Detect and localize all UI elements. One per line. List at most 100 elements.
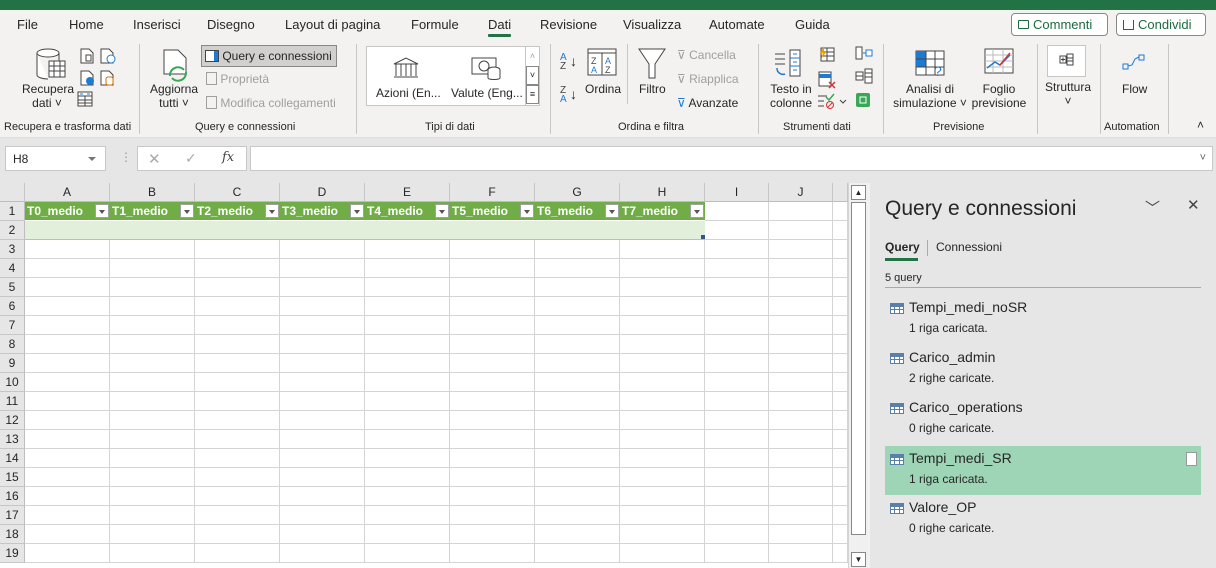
- table-data-cell[interactable]: [195, 221, 280, 240]
- cell[interactable]: [280, 525, 365, 544]
- cell[interactable]: [705, 240, 769, 259]
- cell[interactable]: [25, 430, 110, 449]
- row-header[interactable]: 3: [0, 240, 25, 259]
- row-header[interactable]: 13: [0, 430, 25, 449]
- cell[interactable]: [833, 506, 848, 525]
- table-data-cell[interactable]: [450, 221, 535, 240]
- cell[interactable]: [450, 411, 535, 430]
- remove-duplicates-icon[interactable]: [818, 71, 836, 92]
- cell[interactable]: [833, 411, 848, 430]
- cell[interactable]: [620, 487, 705, 506]
- cell[interactable]: [450, 430, 535, 449]
- tab-automate[interactable]: Automate: [709, 17, 765, 32]
- cell[interactable]: [110, 354, 195, 373]
- vertical-scrollbar[interactable]: ▲ ▼: [848, 183, 868, 568]
- refresh-query-icon[interactable]: [1186, 452, 1197, 466]
- cell[interactable]: [25, 468, 110, 487]
- cell[interactable]: [110, 335, 195, 354]
- gallery-scroll[interactable]: ˄ ˅ ≡: [525, 47, 539, 105]
- cell[interactable]: [195, 487, 280, 506]
- row-header[interactable]: 12: [0, 411, 25, 430]
- cell[interactable]: [280, 335, 365, 354]
- cell[interactable]: [620, 354, 705, 373]
- cell[interactable]: [705, 487, 769, 506]
- cell[interactable]: [535, 430, 620, 449]
- table-data-cell[interactable]: [620, 221, 705, 240]
- cell[interactable]: [365, 430, 450, 449]
- tab-guida[interactable]: Guida: [795, 17, 830, 32]
- cell[interactable]: [25, 240, 110, 259]
- cell[interactable]: [365, 240, 450, 259]
- cell[interactable]: [535, 487, 620, 506]
- filter-dropdown-icon[interactable]: [265, 204, 279, 218]
- cell[interactable]: [280, 316, 365, 335]
- cell[interactable]: [769, 335, 833, 354]
- cell[interactable]: [620, 335, 705, 354]
- cell[interactable]: [705, 506, 769, 525]
- filter-button[interactable]: Filtro: [639, 82, 666, 96]
- cell[interactable]: [620, 278, 705, 297]
- queries-connections-button[interactable]: Query e connessioni: [201, 45, 337, 67]
- filter-dropdown-icon[interactable]: [180, 204, 194, 218]
- cell[interactable]: [280, 411, 365, 430]
- column-header[interactable]: F: [450, 183, 535, 202]
- cell[interactable]: [535, 335, 620, 354]
- cell[interactable]: [769, 506, 833, 525]
- data-validation-icon[interactable]: [817, 93, 847, 112]
- table-resize-handle[interactable]: [701, 235, 705, 239]
- cell[interactable]: [365, 335, 450, 354]
- table-header-cell[interactable]: T7_medio: [620, 202, 705, 221]
- cell[interactable]: [195, 468, 280, 487]
- cell[interactable]: [25, 411, 110, 430]
- cell[interactable]: [110, 259, 195, 278]
- cell[interactable]: [705, 544, 769, 563]
- cell[interactable]: [620, 392, 705, 411]
- cell[interactable]: [620, 525, 705, 544]
- row-header[interactable]: 7: [0, 316, 25, 335]
- cell[interactable]: [280, 430, 365, 449]
- cell[interactable]: [280, 506, 365, 525]
- cell[interactable]: [110, 468, 195, 487]
- cell[interactable]: [620, 259, 705, 278]
- table-data-cell[interactable]: [25, 221, 110, 240]
- properties-button[interactable]: Proprietà: [206, 72, 269, 86]
- cell[interactable]: [535, 316, 620, 335]
- cell[interactable]: [833, 259, 848, 278]
- text-to-columns-button[interactable]: Testo in colonne: [769, 82, 813, 110]
- pane-close-icon[interactable]: ✕: [1187, 196, 1200, 214]
- cell[interactable]: [535, 468, 620, 487]
- advanced-filter-button[interactable]: ⊽ Avanzate: [677, 96, 738, 110]
- cell[interactable]: [195, 373, 280, 392]
- cell[interactable]: [365, 297, 450, 316]
- cell[interactable]: [25, 525, 110, 544]
- row-header[interactable]: 4: [0, 259, 25, 278]
- filter-dropdown-icon[interactable]: [520, 204, 534, 218]
- cell[interactable]: [450, 392, 535, 411]
- pane-tab-connections[interactable]: Connessioni: [936, 240, 1002, 254]
- cell[interactable]: [620, 316, 705, 335]
- cell[interactable]: [535, 411, 620, 430]
- cell[interactable]: [450, 297, 535, 316]
- filter-dropdown-icon[interactable]: [350, 204, 364, 218]
- cell[interactable]: [705, 335, 769, 354]
- row-header[interactable]: 15: [0, 468, 25, 487]
- column-header[interactable]: H: [620, 183, 705, 202]
- cell[interactable]: [110, 297, 195, 316]
- cell[interactable]: [450, 468, 535, 487]
- tab-inserisci[interactable]: Inserisci: [133, 17, 181, 32]
- cell[interactable]: [25, 259, 110, 278]
- worksheet-grid[interactable]: A B C D E F G H I J 1 T0_medio T1_medio T2_medio T3_me…: [0, 183, 848, 568]
- cell[interactable]: [450, 373, 535, 392]
- cell[interactable]: [280, 468, 365, 487]
- sort-za-button[interactable]: ZA: [560, 86, 567, 105]
- cell[interactable]: [110, 544, 195, 563]
- cell[interactable]: [450, 335, 535, 354]
- cell[interactable]: [25, 487, 110, 506]
- cell[interactable]: [450, 240, 535, 259]
- row-header[interactable]: 10: [0, 373, 25, 392]
- stocks-button[interactable]: Azioni (En...: [376, 86, 441, 100]
- enter-icon[interactable]: ✓: [185, 150, 197, 167]
- pane-options-icon[interactable]: ﹀: [1145, 197, 1160, 218]
- cell[interactable]: [195, 354, 280, 373]
- table-data-cell[interactable]: [365, 221, 450, 240]
